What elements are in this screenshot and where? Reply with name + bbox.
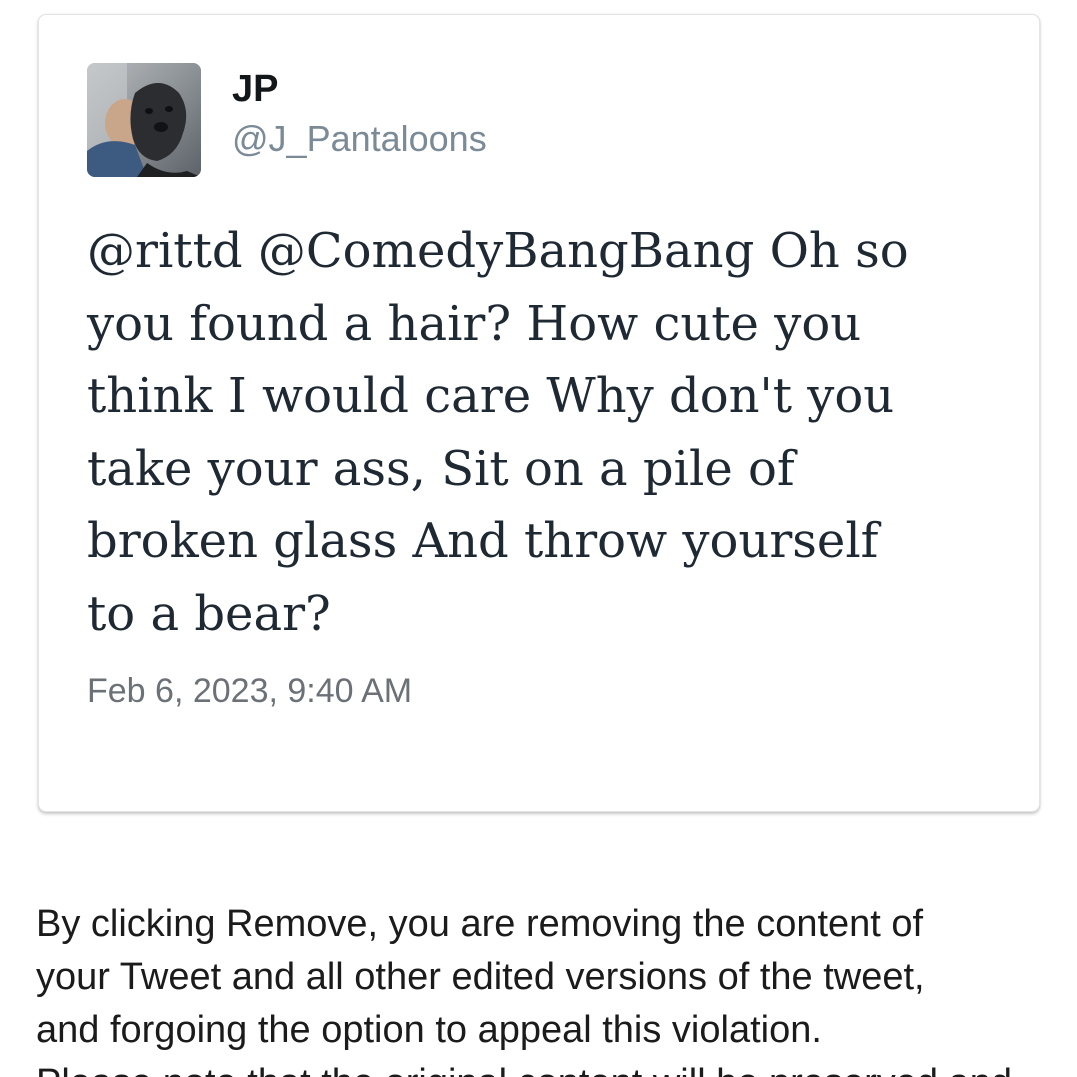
tweet-text: @rittd @ComedyBangBang Oh so you found a… (87, 223, 909, 642)
tweet-timestamp: Feb 6, 2023, 9:40 AM (87, 672, 413, 710)
user-avatar-photo-icon (87, 63, 201, 177)
display-name[interactable]: JP (232, 67, 278, 111)
user-handle[interactable]: @J_Pantaloons (232, 117, 487, 161)
removal-notice-text: By clicking Remove, you are removing the… (36, 903, 1012, 1077)
tweet-card: JP @J_Pantaloons @rittd @ComedyBangBang … (38, 14, 1040, 812)
